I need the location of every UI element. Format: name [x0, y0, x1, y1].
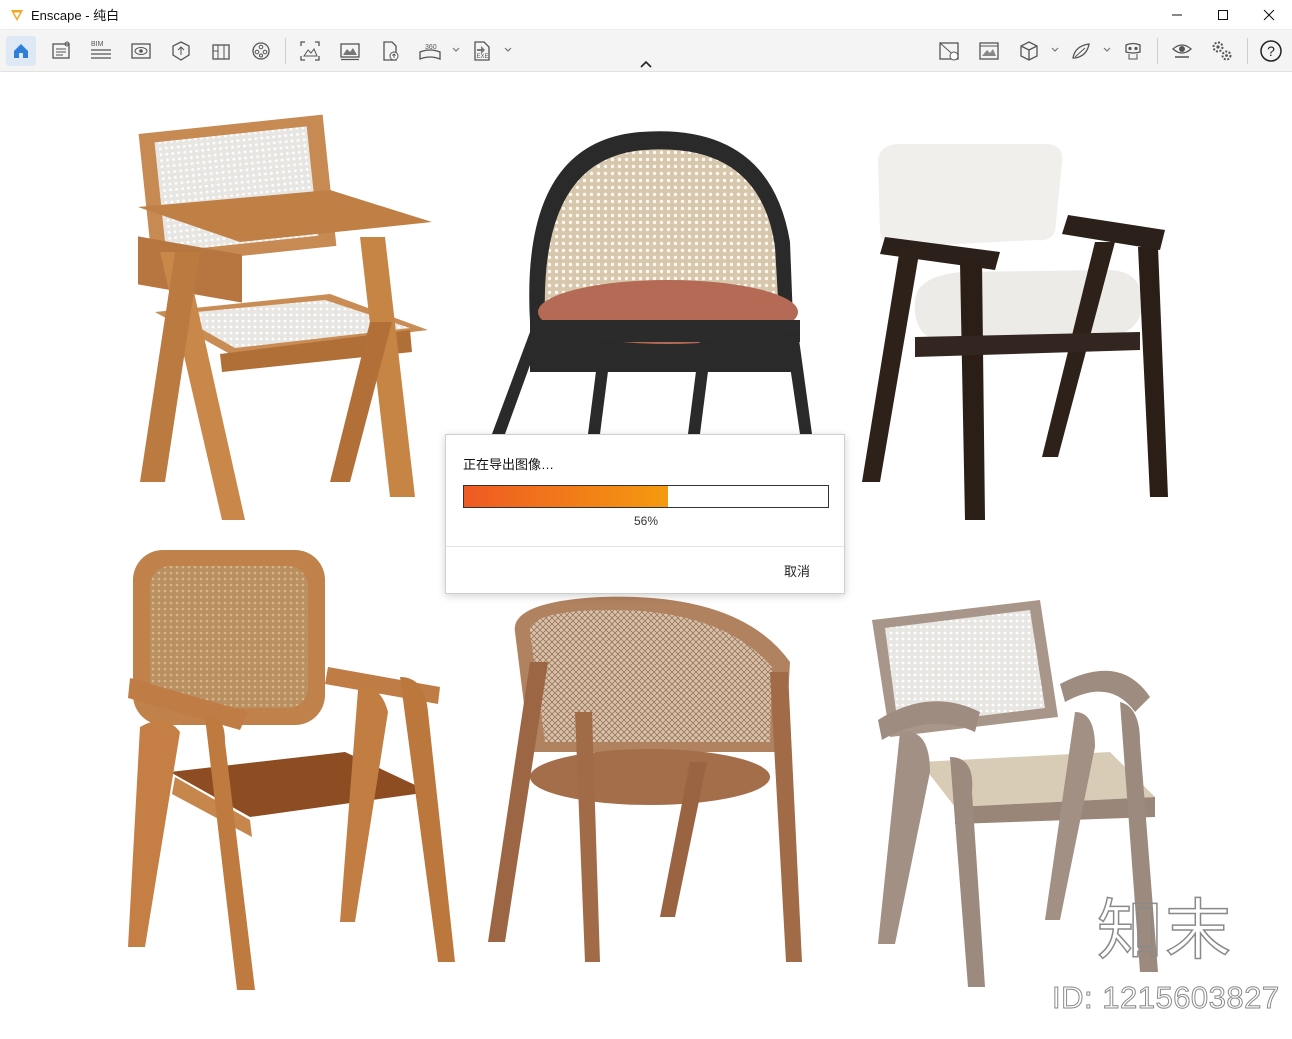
window-controls — [1154, 0, 1292, 30]
export-exe-button[interactable]: EXE — [467, 36, 497, 66]
export-progress-dialog: 正在导出图像… 56% 取消 — [445, 434, 845, 594]
close-button[interactable] — [1246, 0, 1292, 30]
export-progress-bar — [463, 485, 829, 508]
minimize-button[interactable] — [1154, 0, 1200, 30]
title-bar: Enscape - 纯白 — [0, 0, 1292, 30]
vr-headset-icon — [1125, 42, 1141, 60]
help-button[interactable]: ? — [1256, 36, 1286, 66]
export-exe-label: EXE — [477, 54, 489, 60]
upload-icon — [383, 41, 399, 61]
close-icon — [1263, 9, 1275, 21]
chair-dark-upholstered — [862, 144, 1168, 520]
bim-icon: BIM — [91, 41, 111, 59]
watermark-brand: 知末 — [1096, 892, 1233, 969]
maximize-icon — [1218, 10, 1228, 20]
chair-warm-wood-leather — [128, 550, 455, 990]
chair-dark-round-cane — [492, 131, 812, 434]
chair-walnut-mesh — [488, 596, 802, 962]
dialog-divider — [446, 546, 844, 547]
toolbar-collapse-chevron-up-icon[interactable] — [637, 58, 655, 70]
screenshot-icon — [300, 41, 320, 61]
home-button[interactable] — [6, 36, 36, 66]
help-icon: ? — [1260, 40, 1282, 62]
project-info-button[interactable] — [46, 36, 76, 66]
asset-library-button[interactable] — [166, 36, 196, 66]
toolbar-separator — [1157, 38, 1158, 64]
cube-icon — [1020, 41, 1038, 61]
batch-render-icon — [340, 43, 360, 61]
cube-button[interactable] — [1014, 36, 1044, 66]
export-exe-icon: EXE — [474, 41, 490, 61]
window-title: Enscape - 纯白 — [31, 8, 120, 23]
settings-button[interactable] — [1207, 36, 1237, 66]
video-editor-button[interactable] — [246, 36, 276, 66]
toolbar-separator — [1247, 38, 1248, 64]
render-view-button[interactable] — [974, 36, 1004, 66]
capture-icon — [939, 42, 959, 61]
chevron-down-icon[interactable] — [1050, 45, 1060, 55]
export-progress-percent: 56% — [633, 514, 659, 528]
toolbar-separator — [285, 38, 286, 64]
chevron-down-icon[interactable] — [503, 45, 513, 55]
minimize-icon — [1172, 14, 1182, 16]
svg-text:?: ? — [1267, 43, 1275, 59]
capture-button[interactable] — [934, 36, 964, 66]
video-editor-icon — [252, 42, 270, 60]
project-info-icon — [52, 41, 70, 59]
vr-headset-button[interactable] — [1118, 36, 1148, 66]
panorama-360-icon: 360 — [419, 44, 441, 60]
atmosphere-button[interactable] — [1066, 36, 1096, 66]
screenshot-button[interactable] — [295, 36, 325, 66]
enscape-logo-icon — [11, 9, 23, 21]
export-progress-fill — [464, 486, 668, 507]
material-editor-icon — [212, 44, 230, 60]
visual-settings-button[interactable] — [1167, 36, 1197, 66]
maximize-button[interactable] — [1200, 0, 1246, 30]
watermark-id: ID: 1215603827 — [1052, 980, 1280, 1015]
bim-button[interactable]: BIM — [86, 36, 116, 66]
bim-label: BIM — [91, 41, 104, 48]
home-icon — [14, 44, 28, 58]
cancel-button[interactable]: 取消 — [784, 561, 810, 580]
upload-button[interactable] — [375, 36, 405, 66]
visual-settings-eye-icon — [1172, 44, 1192, 58]
view-management-icon — [131, 43, 151, 59]
chevron-down-icon[interactable] — [1102, 45, 1112, 55]
chevron-down-icon[interactable] — [451, 45, 461, 55]
settings-gears-icon — [1212, 41, 1232, 61]
material-editor-button[interactable] — [206, 36, 236, 66]
chair-oak-cane — [138, 114, 432, 520]
batch-render-button[interactable] — [335, 36, 365, 66]
asset-library-icon — [172, 41, 190, 61]
export-status-message: 正在导出图像… — [463, 457, 555, 472]
render-view-icon — [979, 42, 999, 60]
atmosphere-icon — [1072, 43, 1090, 59]
panorama-360-button[interactable]: 360 — [415, 36, 445, 66]
view-management-button[interactable] — [126, 36, 156, 66]
